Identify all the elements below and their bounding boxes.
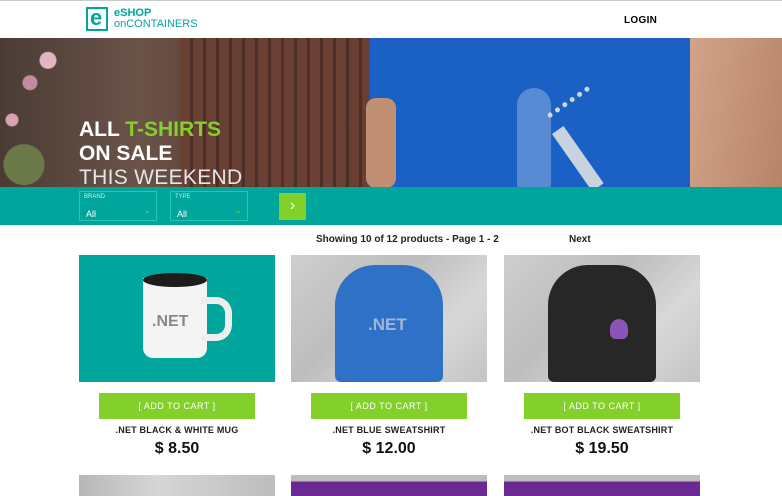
- next-page-link[interactable]: Next: [569, 234, 591, 245]
- logo-text: eSHOP onCONTAINERS: [114, 8, 198, 30]
- product-name: .NET BOT BLACK SWEATSHIRT: [530, 425, 674, 435]
- type-select[interactable]: TYPE All ⌄: [170, 191, 248, 221]
- brand-select[interactable]: BRAND All ⌄: [79, 191, 157, 221]
- add-to-cart-button[interactable]: [ ADD TO CART ]: [311, 393, 467, 419]
- product-name: .NET BLACK & WHITE MUG: [115, 425, 239, 435]
- filter-bar: BRAND All ⌄ TYPE All ⌄ ›: [0, 187, 782, 225]
- hero-line2: ON SALE: [79, 142, 173, 165]
- product-price: $ 19.50: [575, 440, 629, 457]
- product-price: $ 12.00: [362, 440, 416, 457]
- hero-hand-image: [690, 38, 782, 187]
- hero-line1: ALL T-SHIRTS: [79, 118, 242, 142]
- product-name: .NET BLUE SWEATSHIRT: [332, 425, 446, 435]
- product-image[interactable]: [504, 255, 700, 382]
- mug-logo-text: .NET: [152, 313, 189, 330]
- eshop-logo[interactable]: e eSHOP onCONTAINERS: [86, 5, 198, 31]
- knife-graphic: [517, 88, 551, 187]
- hero-line1-accent: T-SHIRTS: [125, 118, 221, 141]
- type-select-value: All: [177, 209, 188, 219]
- product-image[interactable]: .NET: [79, 255, 275, 382]
- add-to-cart-button[interactable]: [ ADD TO CART ]: [99, 393, 255, 419]
- logo-icon: e: [86, 5, 108, 31]
- hero-arm-image: [366, 98, 396, 187]
- apply-filter-button[interactable]: ›: [279, 193, 306, 220]
- login-link[interactable]: LOGIN: [624, 15, 657, 26]
- logo-letter: e: [90, 5, 103, 30]
- dotnet-bot-icon: [610, 319, 628, 339]
- black-hoodie-image: [548, 265, 656, 382]
- product-price: $ 8.50: [154, 440, 200, 457]
- hero-line1-prefix: ALL: [79, 118, 126, 141]
- brand-select-label: BRAND: [84, 194, 106, 200]
- hoodie-logo-text: .NET: [368, 315, 407, 334]
- chevron-down-icon: ⌄: [143, 205, 151, 215]
- type-select-label: TYPE: [175, 194, 191, 200]
- chevron-right-icon: ›: [289, 197, 296, 214]
- mug-rim: [143, 273, 207, 287]
- product-image-partial[interactable]: [79, 475, 275, 496]
- chevron-down-icon: ⌄: [234, 205, 242, 215]
- mug-handle: [201, 297, 232, 341]
- product-image-partial[interactable]: [504, 475, 700, 496]
- hero-banner: ALL T-SHIRTS ON SALE THIS WEEKEND: [0, 38, 782, 187]
- top-header: e eSHOP onCONTAINERS LOGIN: [0, 0, 782, 38]
- hero-line3: THIS WEEKEND: [79, 166, 243, 187]
- product-image[interactable]: .NET: [291, 255, 487, 382]
- product-image-partial[interactable]: [291, 475, 487, 496]
- hero-headline: ALL T-SHIRTS ON SALE THIS WEEKEND: [79, 118, 242, 187]
- paging-summary: Showing 10 of 12 products - Page 1 - 2: [316, 234, 499, 245]
- add-to-cart-button[interactable]: [ ADD TO CART ]: [524, 393, 680, 419]
- brand-select-value: All: [86, 209, 97, 219]
- logo-line2: onCONTAINERS: [114, 18, 198, 30]
